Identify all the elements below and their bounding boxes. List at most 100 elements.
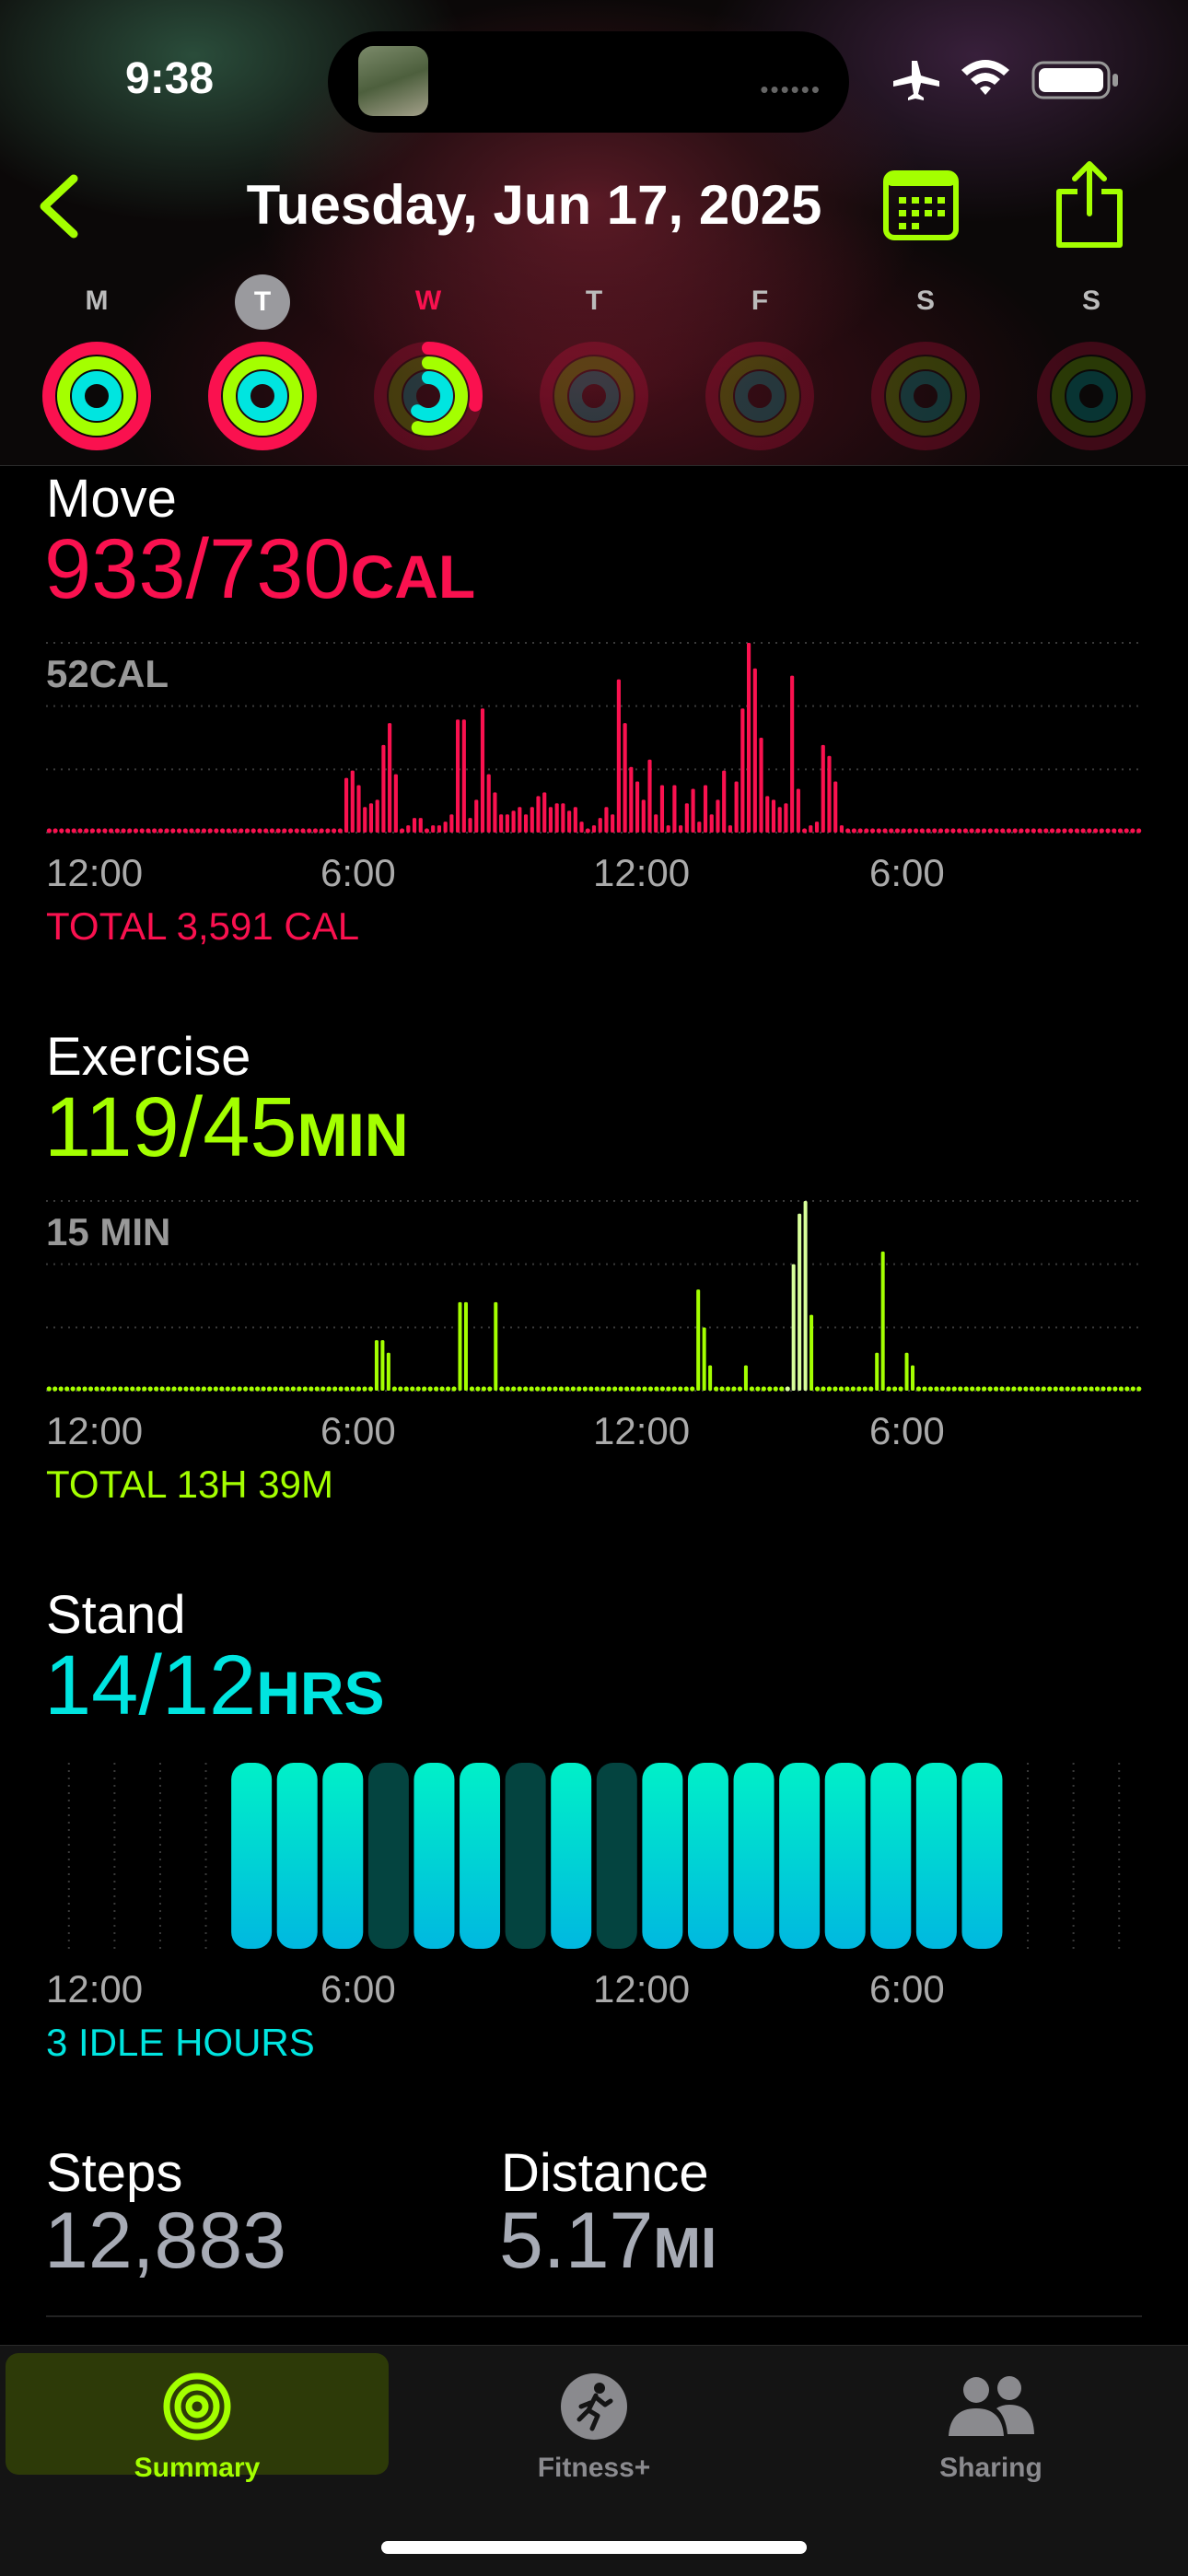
move-bar (431, 825, 436, 833)
move-bar (734, 781, 739, 833)
move-bar (170, 828, 176, 833)
exercise-bar (725, 1386, 731, 1392)
move-bar (96, 828, 101, 833)
week-day-rings[interactable] (703, 339, 817, 453)
move-axis-label-2: 6:00 (320, 851, 396, 894)
stand-hour-bar (505, 1763, 546, 1949)
exercise-bar (439, 1386, 445, 1392)
exercise-bar (70, 1386, 76, 1392)
move-scale-label: 52CAL (46, 652, 169, 695)
move-bar (344, 777, 349, 833)
move-bar (889, 828, 894, 833)
move-bar (1019, 828, 1024, 833)
week-day-rings[interactable] (40, 339, 154, 453)
exercise-bar (427, 1386, 433, 1392)
week-day-rings[interactable] (371, 339, 485, 453)
summary-rings-icon (163, 2372, 231, 2441)
move-value-number: 933/730 (44, 522, 351, 616)
tab-summary[interactable]: Summary (6, 2353, 389, 2483)
exercise-bar (159, 1386, 165, 1392)
exercise-bar (290, 1386, 296, 1392)
week-day-rings[interactable] (1034, 339, 1148, 453)
stand-hour-bar (870, 1763, 912, 1949)
exercise-bar (850, 1386, 856, 1392)
move-bar (146, 828, 151, 833)
move-bar (375, 799, 379, 833)
exercise-bar (213, 1386, 218, 1392)
week-day-rings[interactable] (537, 339, 651, 453)
exercise-bar (350, 1386, 355, 1392)
move-bar (1087, 828, 1092, 833)
move-bar (282, 828, 287, 833)
move-bar (164, 828, 169, 833)
exercise-bar (94, 1386, 99, 1392)
move-bar (399, 828, 405, 833)
exercise-bar (993, 1386, 999, 1392)
tab-fitness-plus-label: Fitness+ (537, 2453, 651, 2483)
stand-hour-bar (915, 1763, 957, 1949)
move-bar (499, 814, 504, 833)
calendar-icon[interactable] (882, 169, 960, 241)
move-bar (152, 828, 157, 833)
exercise-bar (975, 1386, 981, 1392)
move-bar (554, 803, 559, 833)
stand-title: Stand (46, 1585, 186, 1645)
exercise-bar (577, 1386, 582, 1392)
move-bar (214, 828, 219, 833)
exercise-bar (1082, 1386, 1089, 1392)
now-playing-thumbnail[interactable] (358, 46, 428, 116)
exercise-bar (898, 1386, 903, 1392)
share-icon[interactable] (1050, 158, 1129, 251)
move-bar (1068, 828, 1074, 833)
move-bar (1000, 828, 1006, 833)
exercise-bar (278, 1386, 285, 1392)
move-bar (493, 792, 497, 833)
move-axis-label-1: 12:00 (46, 851, 144, 894)
stand-hour-bar (231, 1763, 273, 1949)
stand-hour-bar (596, 1763, 637, 1949)
exercise-bar (1065, 1386, 1070, 1392)
week-day-rings[interactable] (205, 339, 320, 453)
move-bar (505, 814, 509, 833)
stand-hour-bar (687, 1763, 728, 1949)
exercise-bar (422, 1386, 427, 1392)
steps-label: Steps (46, 2143, 183, 2203)
exercise-bar (314, 1386, 320, 1392)
exercise-bar (868, 1386, 874, 1392)
move-bar (480, 708, 485, 833)
exercise-bar (1094, 1386, 1101, 1392)
move-bar (845, 828, 851, 833)
exercise-bar (826, 1386, 833, 1392)
move-bar (325, 828, 331, 833)
exercise-bar (1101, 1386, 1106, 1392)
move-bar (195, 828, 201, 833)
exercise-bar (1029, 1386, 1034, 1392)
tab-sharing[interactable]: Sharing (799, 2353, 1182, 2483)
move-bar (89, 828, 96, 833)
move-bar (1037, 828, 1042, 833)
stand-axis-label-4: 6:00 (869, 1967, 945, 2011)
move-bar (486, 774, 491, 833)
ring-track (901, 371, 950, 421)
exercise-bar (1023, 1386, 1029, 1392)
stand-hour-bar (322, 1763, 364, 1949)
exercise-bar (534, 1386, 541, 1392)
exercise-bar (499, 1386, 505, 1392)
exercise-value-unit: MIN (297, 1101, 409, 1169)
exercise-bar (606, 1386, 611, 1392)
move-bar (226, 828, 231, 833)
tab-fitness-plus[interactable]: Fitness+ (402, 2353, 786, 2483)
home-indicator[interactable] (381, 2541, 807, 2554)
exercise-bar (1124, 1386, 1130, 1392)
week-day-rings[interactable] (868, 339, 983, 453)
move-bar (294, 828, 299, 833)
move-bar (121, 828, 126, 833)
exercise-bar (838, 1386, 844, 1392)
ring-track (1066, 371, 1116, 421)
move-bar (1055, 828, 1061, 833)
exercise-bar (189, 1386, 195, 1392)
move-bar (437, 825, 442, 833)
ring-track (735, 371, 785, 421)
move-bar (443, 822, 448, 833)
move-bar (368, 803, 374, 833)
